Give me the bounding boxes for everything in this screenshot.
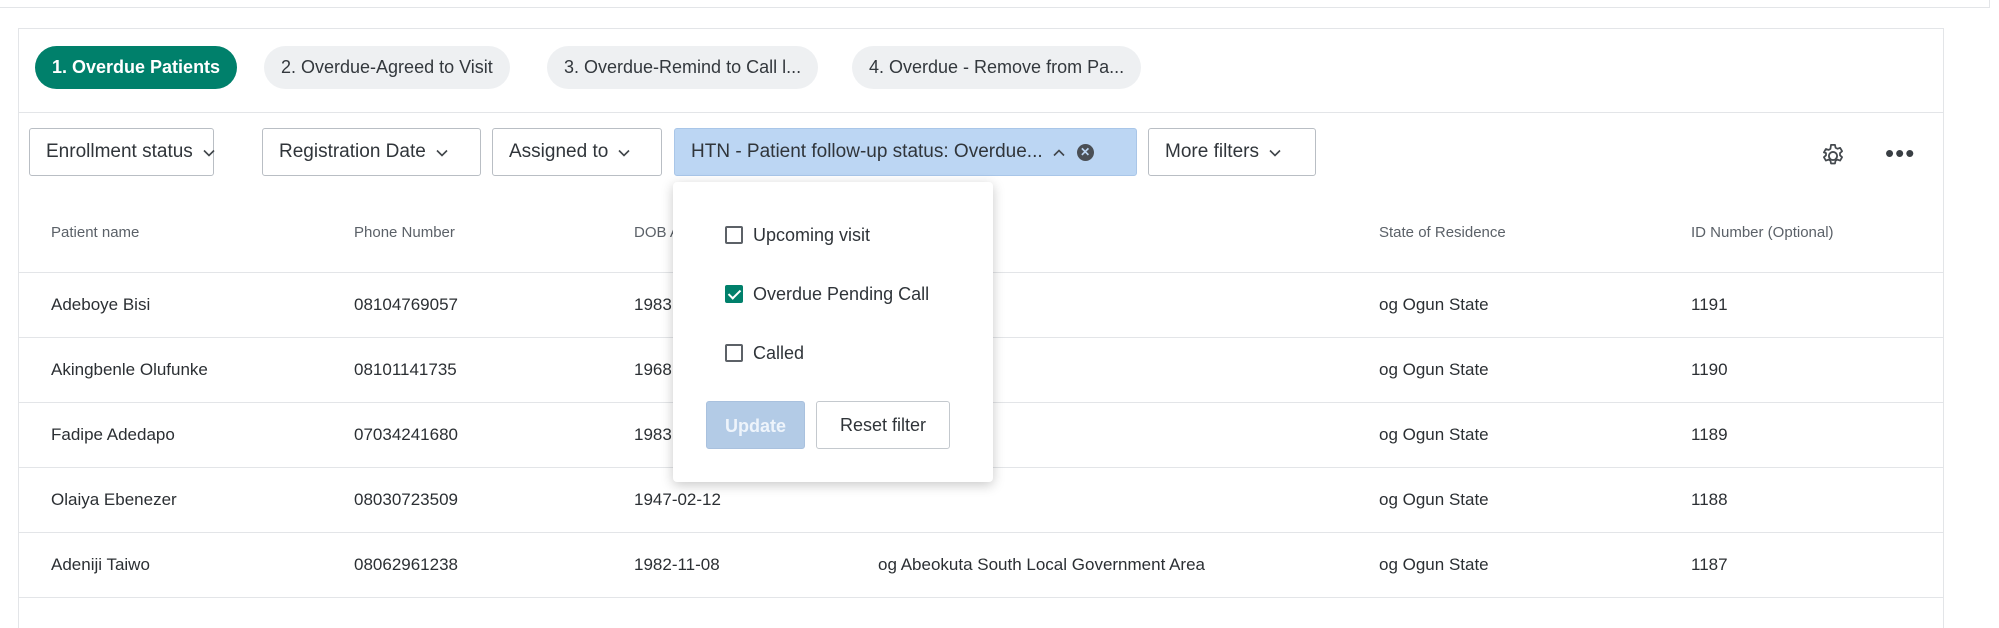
cell-dob: 1947-02-12 [634, 490, 721, 509]
cell-id-number: 1190 [1691, 360, 1728, 379]
follow-up-status-dropdown: Upcoming visit Overdue Pending Call Call… [673, 182, 993, 482]
cell-patient-name: Adeboye Bisi [51, 295, 151, 314]
cell-state: og Ogun State [1379, 295, 1489, 314]
chevron-up-icon [1053, 129, 1065, 175]
htn-follow-up-status-label: HTN - Patient follow-up status: Overdue.… [691, 141, 1043, 163]
working-list-tabs: 1. Overdue Patients 2. Overdue-Agreed to… [19, 29, 1943, 113]
cell-patient-name: Olaiya Ebenezer [51, 490, 177, 509]
enrollment-status-filter[interactable]: Enrollment status [29, 128, 215, 176]
cell-state: og Ogun State [1379, 490, 1489, 509]
cell-dob: 1983 [634, 425, 672, 444]
cell-id-number: 1191 [1691, 295, 1728, 314]
cell-state: og Ogun State [1379, 555, 1489, 574]
more-options-icon[interactable]: ••• [1885, 140, 1915, 166]
assigned-to-label: Assigned to [509, 141, 609, 163]
gear-icon[interactable] [1819, 142, 1847, 175]
option-upcoming-visit[interactable]: Upcoming visit [725, 225, 870, 246]
cell-state: og Ogun State [1379, 360, 1489, 379]
tab-overdue-remind-to-call[interactable]: 3. Overdue-Remind to Call l... [547, 46, 819, 89]
cell-phone-number: 08030723509 [354, 490, 459, 509]
cell-phone-number: 08101141735 [354, 360, 457, 379]
more-filters-label: More filters [1165, 141, 1259, 163]
cell-phone-number: 08104769057 [354, 295, 459, 314]
cell-lga: og Abeokuta South Local Government Area [878, 555, 1206, 574]
tab-overdue-patients[interactable]: 1. Overdue Patients [35, 46, 238, 89]
chevron-down-icon [203, 129, 215, 175]
column-header-patient-name[interactable]: Patient name [51, 224, 139, 241]
option-label: Overdue Pending Call [753, 284, 930, 304]
cell-id-number: 1189 [1691, 425, 1728, 444]
column-header-phone-number[interactable]: Phone Number [354, 224, 455, 241]
more-filters-button[interactable]: More filters [1148, 128, 1316, 176]
cell-patient-name: Adeniji Taiwo [51, 555, 150, 574]
filter-bar: Enrollment status Registration Date Assi… [19, 113, 1943, 193]
assigned-to-filter[interactable]: Assigned to [492, 128, 662, 176]
cell-patient-name: Akingbenle Olufunke [51, 360, 208, 379]
tab-overdue-agreed-to-visit[interactable]: 2. Overdue-Agreed to Visit [264, 46, 510, 89]
column-header-id-number[interactable]: ID Number (Optional) [1691, 224, 1834, 241]
chevron-down-icon [436, 129, 448, 175]
cell-dob: 1983 [634, 295, 672, 314]
reset-filter-button[interactable]: Reset filter [816, 401, 950, 449]
chevron-down-icon [1269, 129, 1281, 175]
checkbox-overdue-pending-call[interactable] [725, 285, 743, 303]
option-label: Upcoming visit [753, 225, 871, 245]
checkbox-upcoming-visit[interactable] [725, 226, 743, 244]
option-overdue-pending-call[interactable]: Overdue Pending Call [725, 284, 929, 305]
cell-dob: 1968 [634, 360, 672, 379]
clear-filter-icon[interactable]: ✕ [1076, 143, 1094, 161]
cell-phone-number: 08062961238 [354, 555, 459, 574]
registration-date-label: Registration Date [279, 141, 426, 163]
cell-id-number: 1188 [1691, 490, 1728, 509]
update-button[interactable]: Update [706, 401, 805, 449]
column-header-state-of-residence[interactable]: State of Residence [1379, 224, 1506, 241]
cell-dob: 1982-11-08 [634, 555, 720, 574]
top-frame [0, 0, 1990, 8]
table-row[interactable]: Adeniji Taiwo 08062961238 1982-11-08 og … [19, 533, 1943, 598]
cell-phone-number: 07034241680 [354, 425, 459, 444]
enrollment-status-label: Enrollment status [46, 141, 193, 163]
cell-patient-name: Fadipe Adedapo [51, 425, 175, 444]
checkbox-called[interactable] [725, 344, 743, 362]
chevron-down-icon [618, 129, 630, 175]
option-label: Called [753, 343, 805, 363]
tab-overdue-remove[interactable]: 4. Overdue - Remove from Pa... [852, 46, 1142, 89]
cell-state: og Ogun State [1379, 425, 1489, 444]
option-called[interactable]: Called [725, 343, 804, 364]
htn-follow-up-status-filter[interactable]: HTN - Patient follow-up status: Overdue.… [674, 128, 1137, 176]
registration-date-filter[interactable]: Registration Date [262, 128, 481, 176]
cell-id-number: 1187 [1691, 555, 1728, 574]
